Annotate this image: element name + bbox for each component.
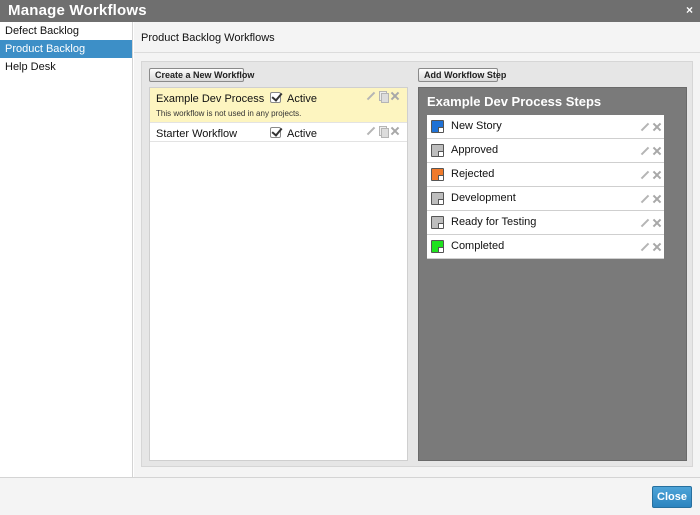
- close-button[interactable]: Close: [652, 486, 692, 508]
- step-label: Ready for Testing: [451, 216, 537, 228]
- step-label: Approved: [451, 144, 499, 156]
- pencil-icon[interactable]: [640, 170, 650, 180]
- workflow-row[interactable]: Example Dev Process Active This workflow…: [150, 88, 407, 123]
- workflow-name: Starter Workflow: [156, 128, 238, 140]
- workflow-actions: [364, 126, 400, 138]
- copy-icon[interactable]: [378, 126, 389, 138]
- step-label: Completed: [451, 240, 505, 252]
- close-icon[interactable]: ×: [686, 4, 693, 16]
- step-label: New Story: [451, 120, 502, 132]
- create-workflow-button[interactable]: Create a New Workflow: [149, 68, 254, 82]
- delete-icon[interactable]: [390, 91, 400, 101]
- delete-icon[interactable]: [652, 242, 662, 252]
- active-label: Active: [287, 93, 317, 105]
- pencil-icon[interactable]: [640, 218, 650, 228]
- active-checkbox[interactable]: [270, 92, 281, 103]
- step-actions: [638, 242, 662, 254]
- workflow-row[interactable]: Starter Workflow Active: [150, 123, 407, 142]
- workflow-note: This workflow is not used in any project…: [156, 109, 302, 118]
- workflow-list: Example Dev Process Active This workflow…: [149, 87, 408, 461]
- workflow-actions: [364, 91, 400, 103]
- step-label: Rejected: [451, 168, 495, 180]
- window-title: Manage Workflows: [8, 2, 147, 19]
- step-row[interactable]: Rejected: [427, 163, 664, 187]
- delete-icon[interactable]: [652, 122, 662, 132]
- window-titlebar: Manage Workflows ×: [0, 0, 700, 22]
- step-color-swatch[interactable]: [431, 192, 444, 205]
- pencil-icon[interactable]: [366, 126, 376, 136]
- step-label: Development: [451, 192, 516, 204]
- pencil-icon[interactable]: [366, 91, 376, 101]
- step-color-swatch[interactable]: [431, 144, 444, 157]
- pencil-icon[interactable]: [640, 122, 650, 132]
- active-checkbox[interactable]: [270, 127, 281, 138]
- step-color-swatch[interactable]: [431, 240, 444, 253]
- steps-title: Example Dev Process Steps: [427, 94, 602, 109]
- delete-icon[interactable]: [390, 126, 400, 136]
- step-row[interactable]: New Story: [427, 115, 664, 139]
- step-list: New Story Approved Rejected Development Read…: [427, 115, 664, 259]
- sidebar-item-help-desk[interactable]: Help Desk: [0, 58, 132, 76]
- active-label: Active: [287, 128, 317, 140]
- workflow-panel: Create a New Workflow Add Workflow Step …: [141, 61, 693, 467]
- pencil-icon[interactable]: [640, 242, 650, 252]
- step-color-swatch[interactable]: [431, 168, 444, 181]
- step-color-swatch[interactable]: [431, 216, 444, 229]
- step-actions: [638, 170, 662, 182]
- pencil-icon[interactable]: [640, 194, 650, 204]
- step-row[interactable]: Development: [427, 187, 664, 211]
- delete-icon[interactable]: [652, 194, 662, 204]
- delete-icon[interactable]: [652, 146, 662, 156]
- step-row[interactable]: Approved: [427, 139, 664, 163]
- delete-icon[interactable]: [652, 218, 662, 228]
- copy-icon[interactable]: [378, 91, 389, 103]
- add-workflow-step-button[interactable]: Add Workflow Step: [418, 68, 506, 82]
- sidebar-item-product-backlog[interactable]: Product Backlog: [0, 40, 132, 58]
- sidebar: Defect Backlog Product Backlog Help Desk: [0, 22, 133, 477]
- workflow-name: Example Dev Process: [156, 93, 265, 105]
- dialog-footer: Close: [0, 477, 700, 515]
- sidebar-item-defect-backlog[interactable]: Defect Backlog: [0, 22, 132, 40]
- workflow-steps-panel: Example Dev Process Steps New Story Appro…: [418, 87, 687, 461]
- step-row[interactable]: Ready for Testing: [427, 211, 664, 235]
- divider: [134, 52, 700, 53]
- page-title: Product Backlog Workflows: [141, 32, 275, 44]
- main-content: Product Backlog Workflows Create a New W…: [134, 22, 700, 477]
- step-actions: [638, 218, 662, 230]
- delete-icon[interactable]: [652, 170, 662, 180]
- step-actions: [638, 194, 662, 206]
- step-row[interactable]: Completed: [427, 235, 664, 259]
- pencil-icon[interactable]: [640, 146, 650, 156]
- step-actions: [638, 122, 662, 134]
- step-actions: [638, 146, 662, 158]
- step-color-swatch[interactable]: [431, 120, 444, 133]
